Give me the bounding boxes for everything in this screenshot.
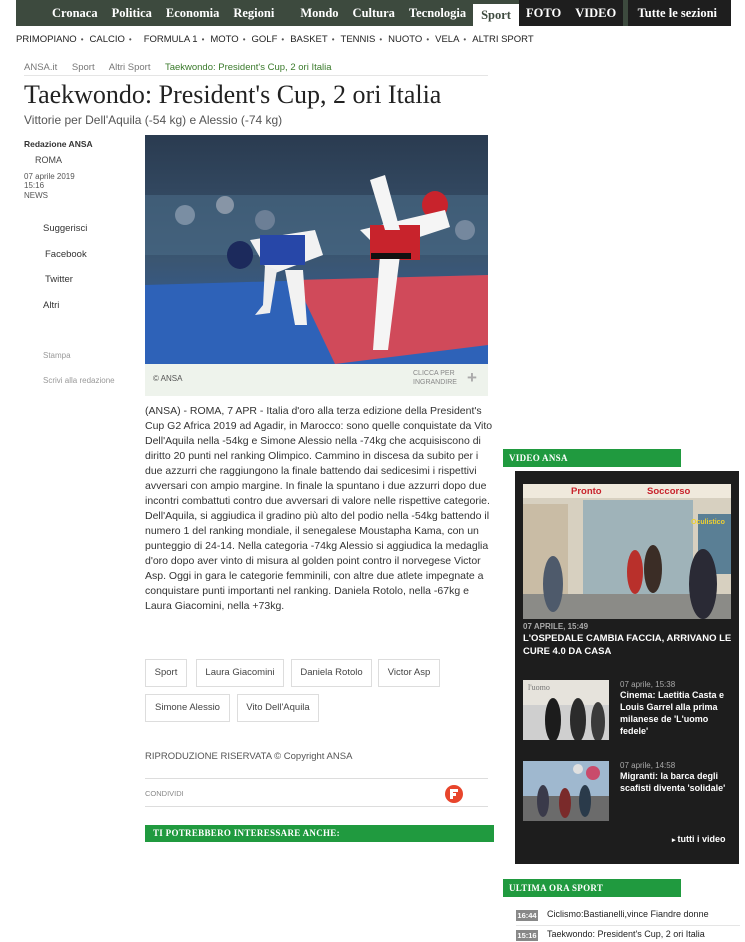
video-thumbnail-cinema[interactable]: l'uomo bbox=[523, 680, 609, 740]
separator-dot-icon: • bbox=[80, 34, 84, 44]
nav-economia[interactable]: Economia bbox=[159, 6, 226, 21]
latest-news-item[interactable]: Ciclismo:Bastianelli,vince Fiandre donne bbox=[547, 909, 709, 919]
separator-dot-icon: • bbox=[463, 34, 467, 44]
latest-time-badge: 16:44 bbox=[516, 910, 538, 921]
subnav-tennis[interactable]: TENNIS bbox=[341, 34, 376, 45]
divider bbox=[145, 806, 488, 807]
nav-sport-active[interactable]: Sport bbox=[473, 4, 519, 26]
nav-politica[interactable]: Politica bbox=[105, 6, 159, 21]
article-photo[interactable] bbox=[145, 135, 488, 364]
article-body: (ANSA) - ROMA, 7 APR - Italia d'oro alla… bbox=[145, 405, 493, 612]
print-link[interactable]: Stampa bbox=[43, 351, 71, 360]
nav-tecnologia[interactable]: Tecnologia bbox=[402, 6, 473, 21]
latest-news-item[interactable]: Taekwondo: President's Cup, 2 ori Italia bbox=[547, 929, 705, 939]
tag-simone-alessio[interactable]: Simone Alessio bbox=[145, 694, 230, 722]
main-video-title[interactable]: L'OSPEDALE CAMBIA FACCIA, ARRIVANO LE CU… bbox=[523, 632, 733, 658]
nav-cultura[interactable]: Cultura bbox=[346, 6, 402, 21]
related-header: TI POTREBBERO INTERESSARE ANCHE: bbox=[145, 825, 494, 842]
share-suggerisci-link[interactable]: Suggerisci bbox=[43, 223, 87, 234]
video-date: 07 aprile, 15:38 bbox=[620, 680, 676, 689]
flipboard-share-icon[interactable] bbox=[445, 785, 463, 803]
hospital-sign-2: Soccorso bbox=[647, 486, 691, 497]
video-title[interactable]: Migranti: la barca degli scafisti divent… bbox=[620, 770, 732, 794]
photo-credit: © ANSA bbox=[153, 374, 183, 383]
all-videos-label: tutti i video bbox=[677, 834, 726, 844]
nav-regioni[interactable]: Regioni bbox=[226, 6, 281, 21]
main-video-thumbnail[interactable]: Pronto Soccorso Oculistico bbox=[523, 484, 731, 619]
separator-dot-icon: • bbox=[379, 34, 383, 44]
hospital-sign-3: Oculistico bbox=[691, 519, 725, 526]
category-label: NEWS bbox=[24, 191, 48, 200]
taekwondo-photo-illustration bbox=[145, 135, 488, 364]
separator-dot-icon: • bbox=[201, 34, 205, 44]
photo-caption-bar: © ANSA CLICCA PER INGRANDIRE + bbox=[145, 364, 488, 396]
share-twitter-link[interactable]: Twitter bbox=[45, 274, 73, 285]
subnav-primopiano[interactable]: PRIMOPIANO bbox=[16, 34, 77, 45]
share-facebook-link[interactable]: Facebook bbox=[45, 249, 87, 260]
subnav-calcio[interactable]: CALCIO bbox=[90, 34, 125, 45]
copyright: RIPRODUZIONE RISERVATA © Copyright ANSA bbox=[145, 751, 353, 762]
thumb-text: l'uomo bbox=[528, 683, 550, 692]
breadcrumb-altri-sport[interactable]: Altri Sport bbox=[109, 62, 151, 73]
nav-mondo[interactable]: Mondo bbox=[293, 6, 345, 21]
nav-video[interactable]: VIDEO bbox=[568, 0, 624, 26]
publish-date: 07 aprile 2019 bbox=[24, 172, 75, 181]
divider bbox=[516, 925, 740, 926]
breadcrumb: ANSA.it Sport Altri Sport Taekwondo: Pre… bbox=[24, 62, 332, 73]
nav-all-sections[interactable]: Tutte le sezioni bbox=[627, 0, 731, 26]
hospital-illustration bbox=[523, 484, 731, 619]
video-widget: Pronto Soccorso Oculistico 07 APRILE, 15… bbox=[515, 471, 739, 864]
breadcrumb-sport[interactable]: Sport bbox=[72, 62, 95, 73]
nav-cronaca[interactable]: Cronaca bbox=[16, 6, 105, 21]
latest-time-badge: 15:16 bbox=[516, 930, 538, 941]
main-video-date: 07 APRILE, 15:49 bbox=[523, 622, 589, 631]
separator-dot-icon: • bbox=[281, 34, 285, 44]
separator-dot-icon: • bbox=[128, 34, 132, 44]
separator-dot-icon: • bbox=[242, 34, 246, 44]
hospital-sign-1: Pronto bbox=[571, 486, 602, 497]
sport-subnavigation: PRIMOPIANO • CALCIO • FORMULA 1 • MOTO • GOL… bbox=[16, 32, 534, 46]
subnav-golf[interactable]: GOLF bbox=[252, 34, 278, 45]
plus-icon[interactable]: + bbox=[467, 369, 477, 386]
boat-crowd-illustration bbox=[523, 761, 609, 821]
subnav-altri-sport[interactable]: ALTRI SPORT bbox=[472, 34, 533, 45]
video-title[interactable]: Cinema: Laetitia Casta e Louis Garrel al… bbox=[620, 689, 732, 737]
enlarge-photo-link[interactable]: CLICCA PER INGRANDIRE bbox=[413, 369, 465, 387]
video-date: 07 aprile, 14:58 bbox=[620, 761, 676, 770]
subnav-basket[interactable]: BASKET bbox=[290, 34, 328, 45]
author: Redazione ANSA bbox=[24, 139, 93, 149]
video-thumbnail-migranti[interactable] bbox=[523, 761, 609, 821]
tag-vito-dellaquila[interactable]: Vito Dell'Aquila bbox=[237, 694, 319, 722]
divider bbox=[145, 778, 488, 779]
tag-victor-asp[interactable]: Victor Asp bbox=[378, 659, 440, 687]
latest-sport-header: ULTIMA ORA SPORT bbox=[503, 879, 681, 897]
breadcrumb-current: Taekwondo: President's Cup, 2 ori Italia bbox=[164, 62, 332, 73]
subnav-formula1[interactable]: FORMULA 1 bbox=[144, 34, 198, 45]
article-subtitle: Vittorie per Dell'Aquila (-54 kg) e Ales… bbox=[24, 113, 283, 127]
article-title: Taekwondo: President's Cup, 2 ori Italia bbox=[24, 80, 442, 109]
main-navigation: Cronaca Politica Economia Regioni Mondo … bbox=[16, 0, 731, 26]
publish-time: 15:16 bbox=[24, 181, 45, 190]
tag-laura-giacomini[interactable]: Laura Giacomini bbox=[196, 659, 284, 687]
location: ROMA bbox=[35, 155, 62, 165]
separator-dot-icon: • bbox=[331, 34, 335, 44]
divider bbox=[24, 75, 488, 76]
subnav-nuoto[interactable]: NUOTO bbox=[388, 34, 422, 45]
subnav-vela[interactable]: VELA bbox=[435, 34, 459, 45]
nav-foto[interactable]: FOTO bbox=[518, 0, 569, 26]
share-label: CONDIVIDI bbox=[145, 789, 184, 798]
tag-sport[interactable]: Sport bbox=[145, 659, 187, 687]
write-editor-link[interactable]: Scrivi alla redazione bbox=[43, 376, 115, 385]
subnav-moto[interactable]: MOTO bbox=[210, 34, 238, 45]
all-videos-link[interactable]: ▸ tutti i video bbox=[672, 834, 725, 844]
tag-daniela-rotolo[interactable]: Daniela Rotolo bbox=[291, 659, 372, 687]
video-section-header: VIDEO ANSA bbox=[503, 449, 681, 467]
breadcrumb-ansa[interactable]: ANSA.it bbox=[24, 62, 57, 73]
separator-dot-icon: • bbox=[426, 34, 430, 44]
share-altri-link[interactable]: Altri bbox=[43, 300, 59, 311]
